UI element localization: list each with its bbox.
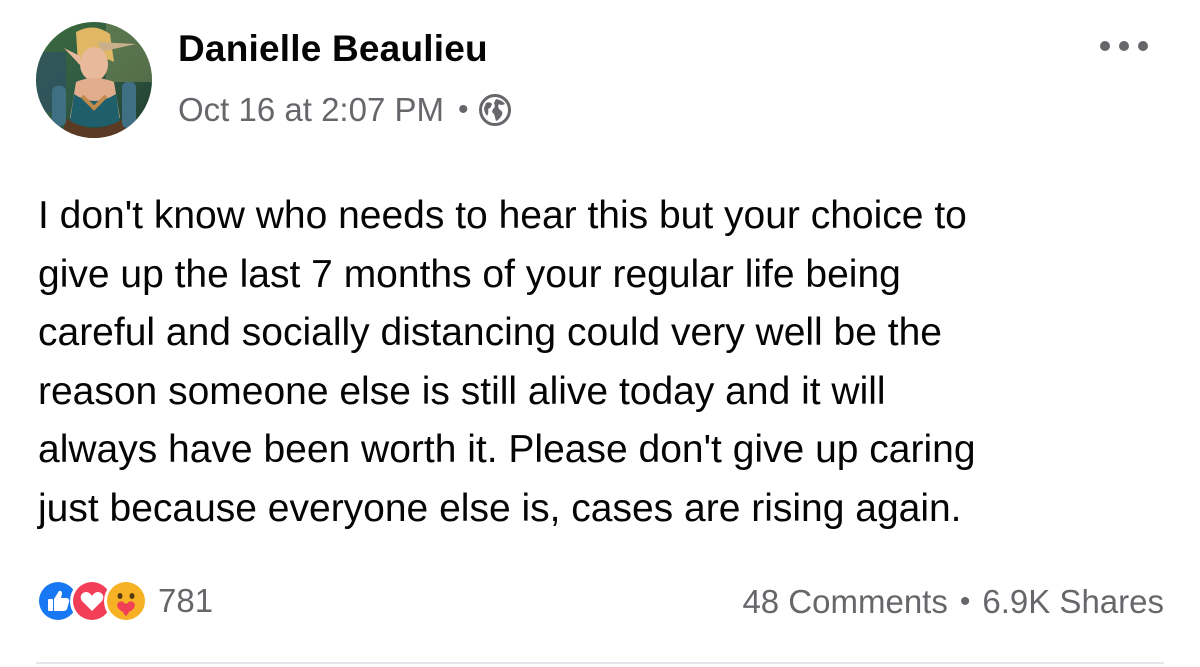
engagement-separator: •	[959, 585, 971, 618]
author-avatar[interactable]	[36, 22, 152, 138]
post-text-line: just because everyone else is, cases are…	[38, 486, 962, 530]
post-meta: Oct 16 at 2:07 PM •	[178, 88, 512, 132]
more-dot	[1119, 41, 1129, 51]
author-name[interactable]: Danielle Beaulieu	[178, 28, 488, 70]
post-text-line: give up the last 7 months of your regula…	[38, 252, 901, 296]
avatar-image	[36, 22, 152, 138]
engagement-summary: 48 Comments • 6.9K Shares	[742, 580, 1164, 624]
post-text-line: always have been worth it. Please don't …	[38, 428, 976, 471]
facebook-post: Danielle Beaulieu Oct 16 at 2:07 PM • I …	[0, 0, 1200, 667]
post-text-line: I don't know who needs to hear this but …	[38, 194, 967, 237]
meta-separator: •	[457, 93, 469, 126]
post-text: I don't know who needs to hear this but …	[38, 187, 1168, 538]
reactions-summary[interactable]: 781	[36, 578, 213, 624]
post-text-line: careful and socially distancing could ve…	[38, 311, 942, 354]
post-timestamp[interactable]: Oct 16 at 2:07 PM	[178, 91, 444, 129]
post-text-line: reason someone else is still alive today…	[38, 369, 886, 413]
more-dot	[1138, 41, 1148, 51]
shares-link[interactable]: 6.9K Shares	[982, 583, 1164, 621]
care-reaction-icon	[104, 579, 148, 623]
globe-icon[interactable]	[478, 93, 512, 127]
more-options-icon[interactable]	[1100, 34, 1148, 58]
comments-link[interactable]: 48 Comments	[742, 583, 947, 621]
reaction-count: 781	[158, 582, 214, 619]
footer-divider	[36, 662, 1164, 664]
more-dot	[1100, 41, 1110, 51]
reaction-icons	[36, 579, 148, 623]
